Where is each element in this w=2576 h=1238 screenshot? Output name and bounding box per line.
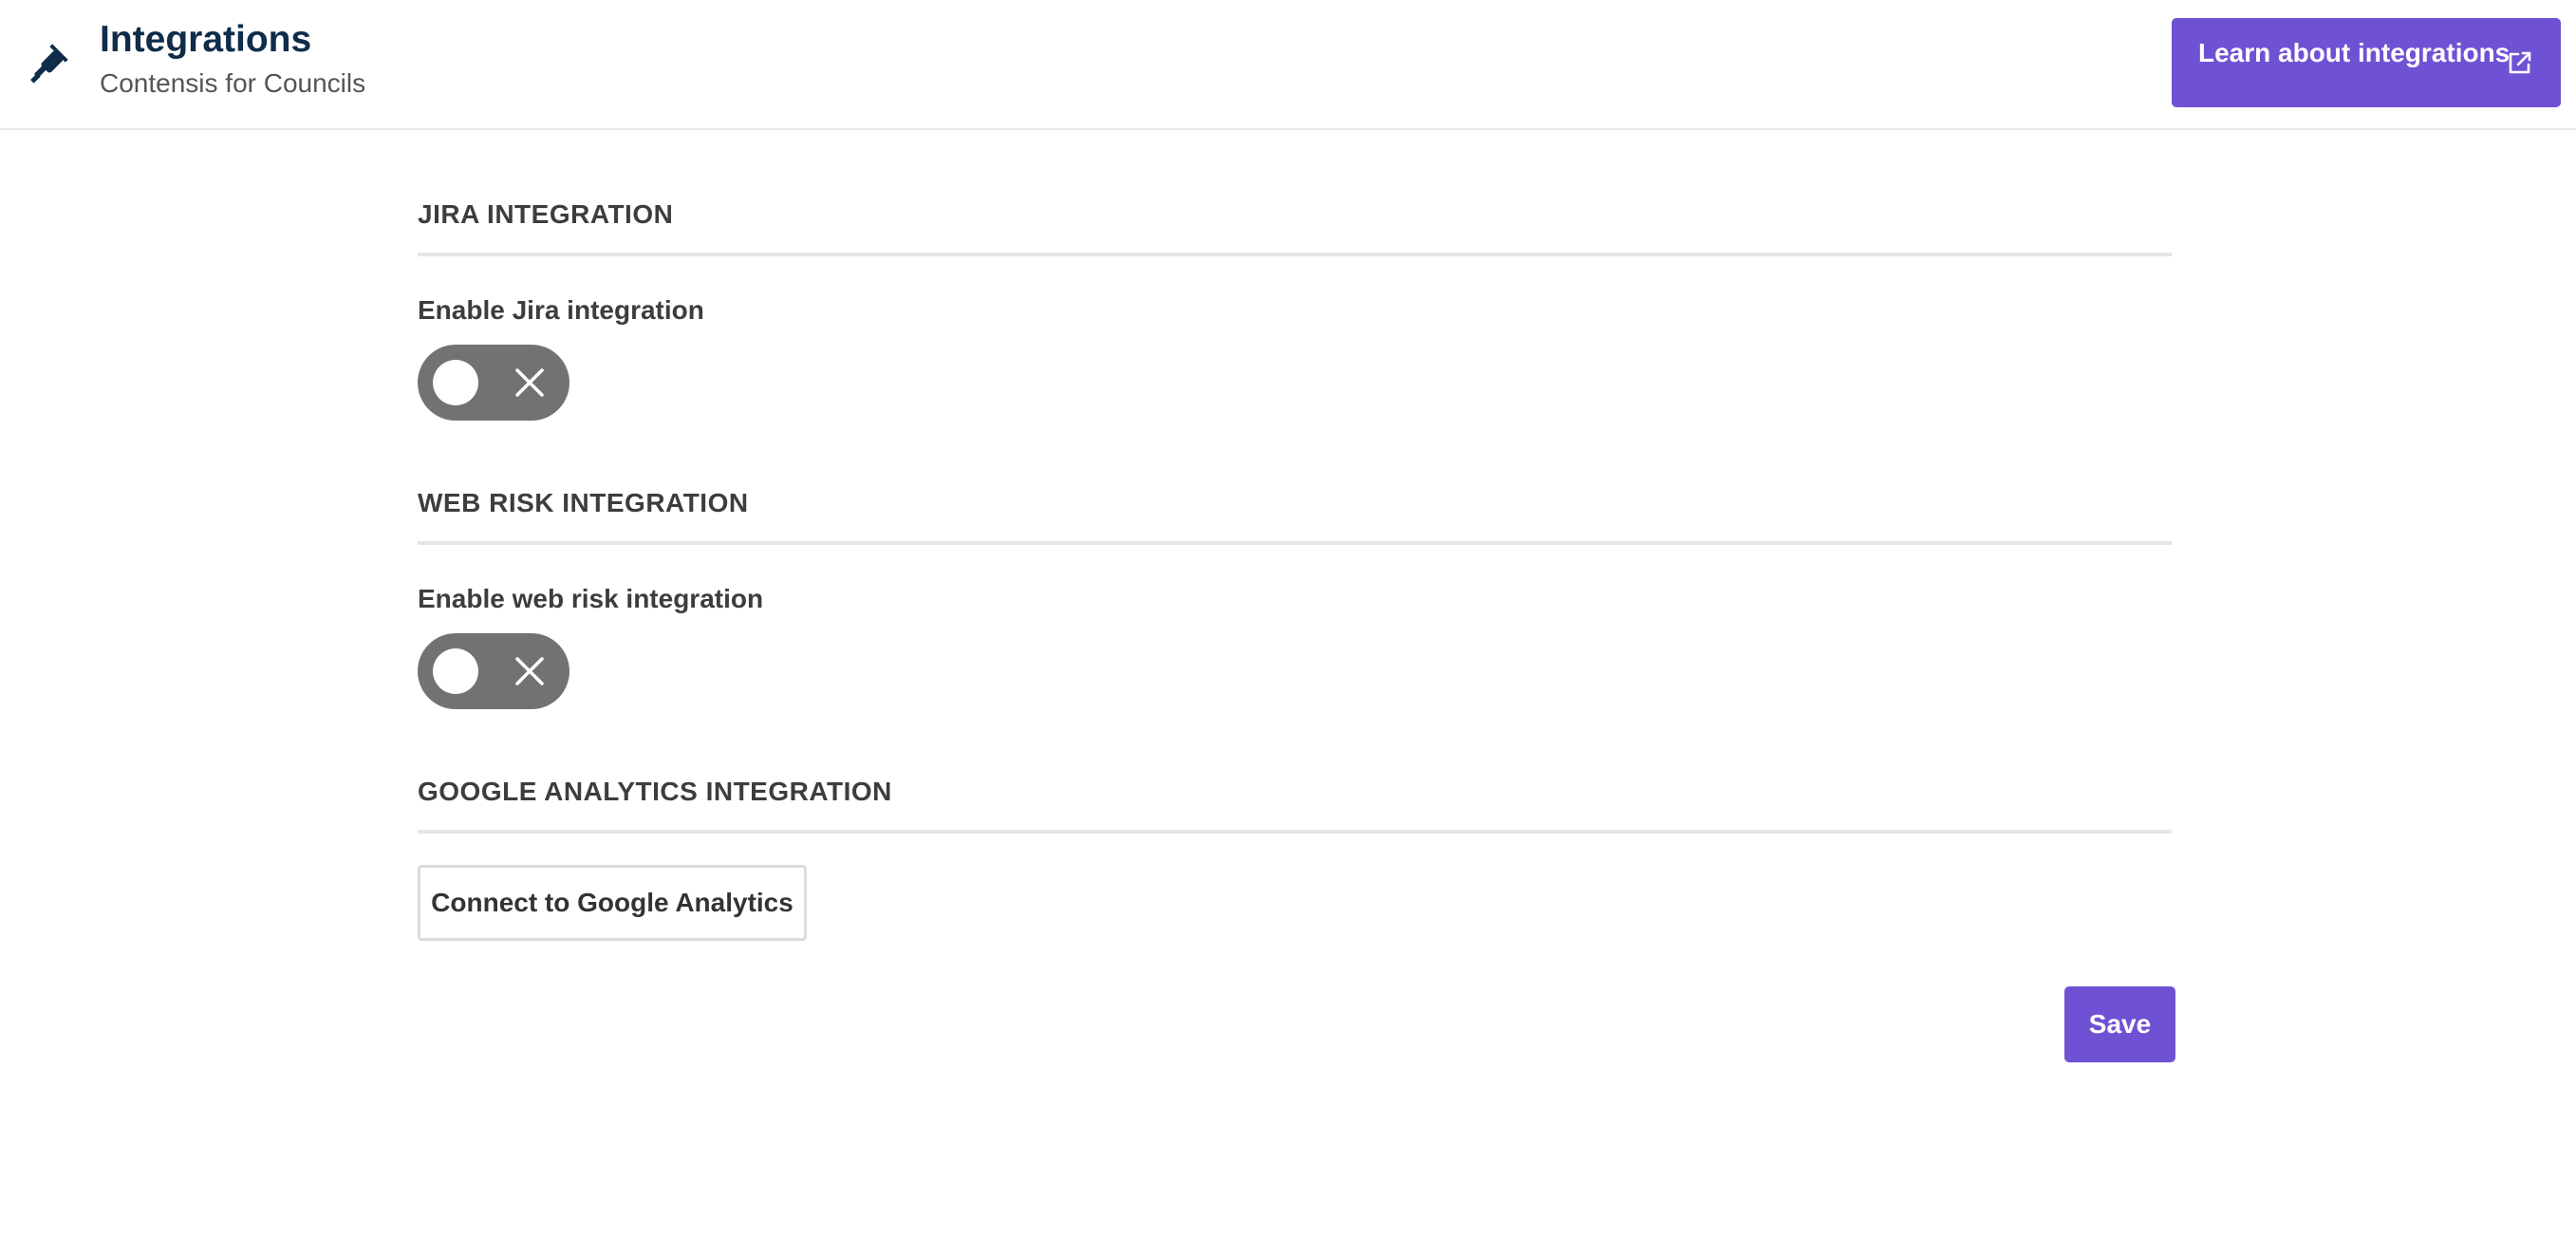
section-divider — [418, 541, 2172, 545]
toggle-knob — [433, 360, 478, 405]
jira-section-heading: JIRA INTEGRATION — [418, 199, 674, 229]
web-risk-toggle-label: Enable web risk integration — [418, 584, 764, 613]
external-link-icon — [2509, 51, 2531, 74]
close-icon — [515, 657, 544, 685]
plug-icon — [30, 44, 68, 84]
section-divider — [418, 830, 2172, 834]
web-risk-section-heading: WEB RISK INTEGRATION — [418, 488, 749, 517]
jira-toggle-label: Enable Jira integration — [418, 295, 704, 325]
toggle-knob — [433, 648, 478, 694]
connect-google-analytics-button[interactable]: Connect to Google Analytics — [418, 865, 807, 941]
learn-about-integrations-button[interactable]: Learn about integrations — [2172, 18, 2561, 107]
page-subtitle: Contensis for Councils — [100, 68, 366, 98]
jira-integration-toggle[interactable] — [418, 345, 569, 421]
page-title: Integrations — [100, 19, 312, 60]
save-button[interactable]: Save — [2064, 986, 2175, 1062]
page-header: Integrations Contensis for Councils Lear… — [0, 0, 2576, 130]
web-risk-integration-toggle[interactable] — [418, 633, 569, 709]
learn-button-label: Learn about integrations — [2198, 38, 2511, 67]
section-divider — [418, 253, 2172, 256]
close-icon — [515, 368, 544, 397]
google-analytics-section-heading: GOOGLE ANALYTICS INTEGRATION — [418, 777, 892, 806]
